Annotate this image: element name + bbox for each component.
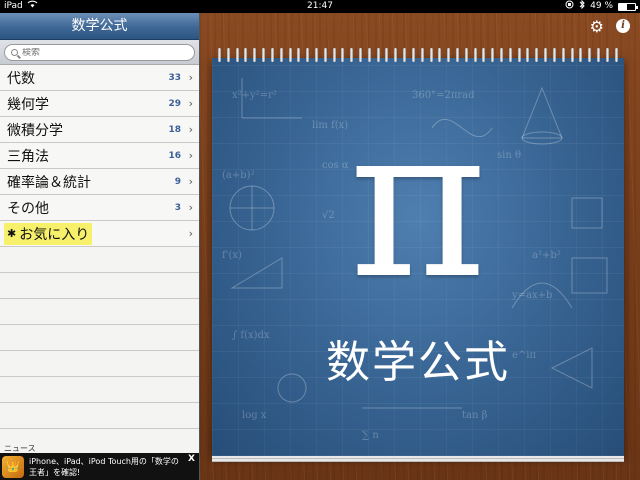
chevron-right-icon: › — [188, 71, 193, 84]
orientation-lock-icon — [565, 0, 574, 14]
chevron-right-icon: › — [188, 149, 193, 162]
category-label: 三角法 — [7, 148, 49, 165]
category-count: 29 — [168, 98, 181, 109]
search-input[interactable] — [22, 47, 182, 58]
app-icon: 👑 — [2, 455, 24, 478]
search-box[interactable] — [4, 44, 195, 61]
battery-icon — [618, 2, 638, 11]
wifi-icon — [27, 0, 38, 13]
chevron-right-icon: › — [188, 201, 193, 214]
news-banner[interactable]: 👑 iPhone、iPad、iPod Touch用の「数学の王者」を確認! X — [0, 453, 199, 480]
formula-notebook: x²+y²=r² lim f(x) 360°=2πrad sin θ (a+b)… — [212, 48, 624, 462]
info-icon[interactable]: i — [616, 19, 630, 33]
category-item-other[interactable]: その他 3 › — [0, 195, 199, 221]
notebook-title: 数学公式 — [326, 337, 510, 388]
status-bar: iPad 21:47 49 % — [0, 0, 640, 13]
svg-text:log x: log x — [242, 410, 267, 421]
chevron-right-icon: › — [188, 175, 193, 188]
star-icon: ✱ — [7, 227, 17, 240]
search-bar — [0, 40, 199, 65]
gear-icon[interactable]: ⚙ — [590, 19, 604, 35]
favorites-label: お気に入り — [19, 226, 90, 243]
category-item-probability-statistics[interactable]: 確率論＆統計 9 › — [0, 169, 199, 195]
category-count: 33 — [168, 72, 181, 83]
chevron-right-icon: › — [188, 97, 193, 110]
category-label: その他 — [7, 200, 49, 217]
category-item-trigonometry[interactable]: 三角法 16 › — [0, 143, 199, 169]
category-label: 確率論＆統計 — [7, 174, 91, 191]
favorites-highlight: ✱ お気に入り — [4, 222, 93, 245]
category-label: 微積分学 — [7, 122, 63, 139]
close-icon[interactable]: X — [188, 454, 195, 464]
category-count: 16 — [168, 150, 181, 161]
sidebar-title: 数学公式 — [0, 13, 199, 40]
chevron-right-icon: › — [188, 227, 193, 240]
chevron-right-icon: › — [188, 123, 193, 136]
device-name: iPad — [4, 1, 23, 11]
bluetooth-icon — [579, 0, 585, 14]
battery-percent: 49 % — [590, 1, 613, 11]
sidebar: 数学公式 代数 33 › 幾何学 29 › 微積分学 18 › 三角法 16 ›… — [0, 13, 200, 480]
category-count: 18 — [168, 124, 181, 135]
category-list: 代数 33 › 幾何学 29 › 微積分学 18 › 三角法 16 › 確率論＆… — [0, 65, 199, 480]
main-panel: ⚙ i x²+y²=r² lim f(x) 360°=2πrad sin θ (… — [200, 13, 640, 480]
svg-text:∑ n: ∑ n — [362, 430, 379, 441]
svg-text:tan β: tan β — [462, 410, 488, 421]
pi-symbol: π — [348, 80, 488, 325]
category-label: 幾何学 — [7, 96, 49, 113]
clock: 21:47 — [307, 1, 333, 11]
news-text: iPhone、iPad、iPod Touch用の「数学の王者」を確認! — [29, 456, 179, 477]
search-icon — [11, 49, 18, 56]
category-count: 3 — [174, 202, 181, 213]
category-item-calculus[interactable]: 微積分学 18 › — [0, 117, 199, 143]
favorites-item[interactable]: ✱ お気に入り › — [0, 221, 199, 247]
category-label: 代数 — [7, 70, 35, 87]
category-count: 9 — [174, 176, 181, 187]
category-item-algebra[interactable]: 代数 33 › — [0, 65, 199, 91]
category-item-geometry[interactable]: 幾何学 29 › — [0, 91, 199, 117]
